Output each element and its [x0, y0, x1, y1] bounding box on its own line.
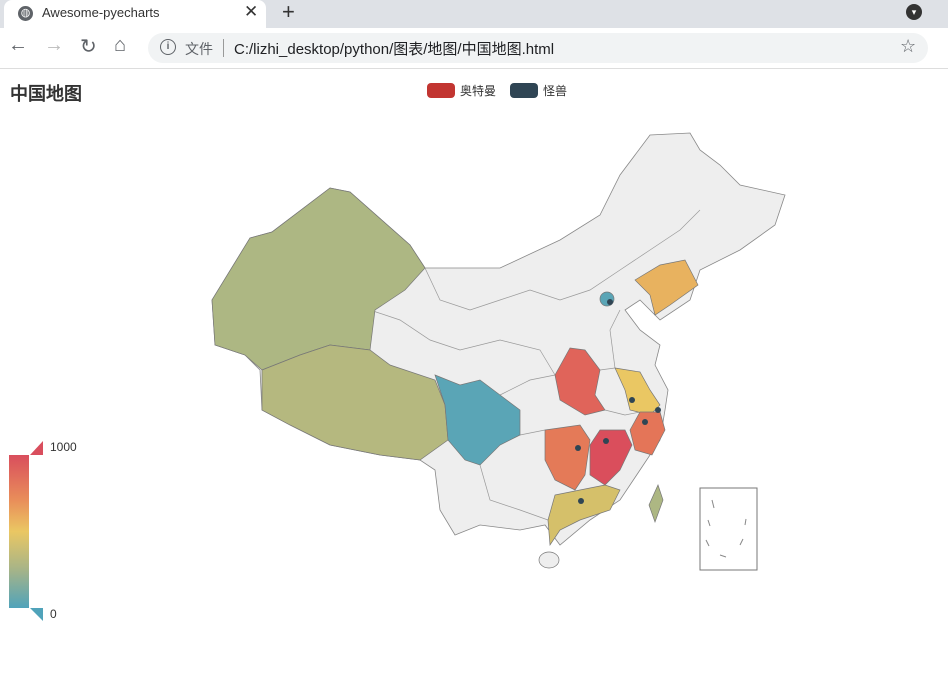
scatter-point[interactable]: [655, 407, 661, 413]
scatter-point[interactable]: [603, 438, 609, 444]
region-hainan[interactable]: [538, 551, 560, 569]
scatter-point[interactable]: [575, 445, 581, 451]
scatter-point[interactable]: [607, 299, 613, 305]
visualmap-min-label: 0: [50, 607, 57, 621]
region-taiwan[interactable]: [648, 484, 664, 524]
inset-islands: [705, 499, 747, 558]
visualmap-max-label: 1000: [50, 440, 77, 454]
scatter-point[interactable]: [642, 419, 648, 425]
south-sea-inset: [699, 487, 758, 571]
scatter-point[interactable]: [578, 498, 584, 504]
visualmap-min-handle[interactable]: [30, 608, 43, 621]
scatter-point[interactable]: [629, 397, 635, 403]
visualmap-bar[interactable]: [9, 455, 29, 608]
visualmap-max-handle[interactable]: [30, 441, 43, 455]
china-map: [30, 132, 786, 621]
